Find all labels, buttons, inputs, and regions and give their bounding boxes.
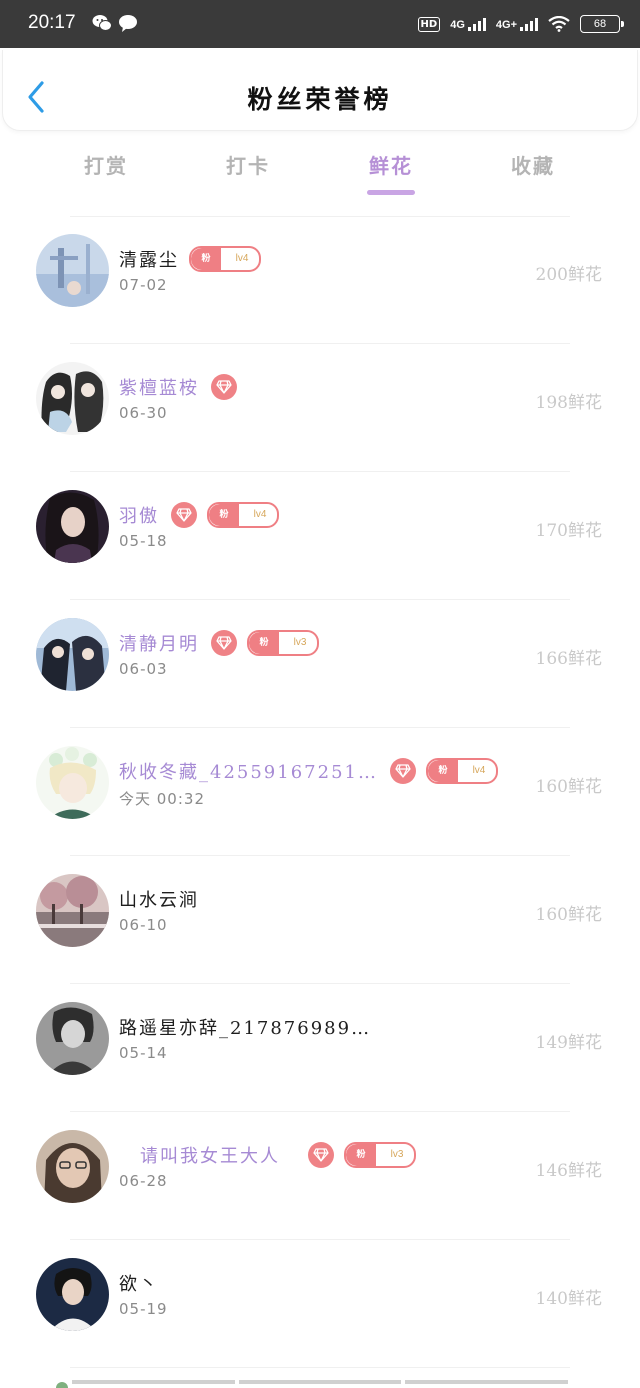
tab-favorites[interactable]: 收藏 <box>493 150 573 179</box>
fan-score: 149鲜花 <box>535 1033 602 1053</box>
chat-bubble-icon <box>119 15 137 32</box>
fan-score: 140鲜花 <box>535 1289 602 1309</box>
wifi-icon <box>548 16 570 32</box>
fan-date: 05-18 <box>119 532 168 550</box>
fan-score: 166鲜花 <box>535 649 602 669</box>
fan-level-badge: 粉 lv4 <box>207 502 279 528</box>
fan-level-badge: 粉 lv4 <box>189 246 261 272</box>
fan-level: lv4 <box>253 509 267 520</box>
fan-score: 160鲜花 <box>535 777 602 797</box>
fan-date: 06-30 <box>119 404 168 422</box>
hd-voice-icon: HD <box>417 16 441 32</box>
avatar[interactable] <box>36 234 109 307</box>
tab-bar: 打赏 打卡 鲜花 收藏 <box>36 150 606 200</box>
fan-badge-label: 粉 <box>427 760 458 782</box>
avatar[interactable] <box>36 1258 109 1331</box>
avatar[interactable] <box>36 618 109 691</box>
list-item[interactable]: 清露尘 粉 lv4 07-02 200鲜花 <box>0 216 640 344</box>
diamond-vip-icon <box>211 374 237 400</box>
fan-list: 清露尘 粉 lv4 07-02 200鲜花 紫檀蓝桉 06-30 198鲜花 羽… <box>0 216 640 1368</box>
avatar[interactable] <box>36 746 109 819</box>
fan-score: 198鲜花 <box>535 393 602 413</box>
list-item[interactable]: 紫檀蓝桉 06-30 198鲜花 <box>0 344 640 472</box>
fan-name: 路遥星亦辞_217876989… <box>119 1018 372 1039</box>
fan-score: 146鲜花 <box>535 1161 602 1181</box>
fan-badge-label: 粉 <box>346 1144 376 1166</box>
fan-name: 羽傲 <box>119 506 159 527</box>
next-avatar-peek <box>56 1382 68 1388</box>
fan-name: 欲丶 <box>119 1274 159 1295</box>
avatar[interactable] <box>36 874 109 947</box>
avatar[interactable] <box>36 490 109 563</box>
signal-4g: 4G <box>450 17 486 31</box>
avatar[interactable] <box>36 362 109 435</box>
list-item[interactable]: 路遥星亦辞_217876989… 05-14 149鲜花 <box>0 984 640 1112</box>
fan-date: 06-03 <box>119 660 168 678</box>
fan-date: 06-10 <box>119 916 168 934</box>
diamond-vip-icon <box>211 630 237 656</box>
fan-name: 秋收冬藏_42559167251… <box>119 762 378 783</box>
scroll-indicator <box>72 1380 569 1384</box>
fan-score: 170鲜花 <box>535 521 602 541</box>
signal-bars-icon <box>467 17 486 31</box>
tab-reward[interactable]: 打赏 <box>66 150 146 179</box>
tab-checkin[interactable]: 打卡 <box>208 150 288 179</box>
fan-level: lv3 <box>390 1149 404 1160</box>
fan-level: lv3 <box>293 637 307 648</box>
fan-date: 07-02 <box>119 276 168 294</box>
fan-level-badge: 粉 lv3 <box>247 630 319 656</box>
avatar[interactable] <box>36 1130 109 1203</box>
list-item[interactable]: 请叫我女王大人 粉 lv3 06-28 146鲜花 <box>0 1112 640 1240</box>
fan-date: 06-28 <box>119 1172 168 1190</box>
fan-date: 今天 00:32 <box>119 790 205 808</box>
fan-name: 请叫我女王大人 <box>140 1146 280 1167</box>
fan-name: 清露尘 <box>119 250 179 271</box>
battery-icon: 68 <box>580 15 624 33</box>
fan-name: 清静月明 <box>119 634 199 655</box>
page-header: 粉丝荣誉榜 <box>2 50 638 131</box>
fan-name: 山水云涧 <box>119 890 199 911</box>
status-bar: 20:17 HD 4G 4G+ 68 <box>0 0 640 48</box>
page-title: 粉丝荣誉榜 <box>247 85 393 114</box>
list-item[interactable]: 山水云涧 06-10 160鲜花 <box>0 856 640 984</box>
list-item[interactable]: 羽傲 粉 lv4 05-18 170鲜花 <box>0 472 640 600</box>
signal-bars-icon <box>520 17 538 31</box>
avatar[interactable] <box>36 1002 109 1075</box>
diamond-vip-icon <box>308 1142 334 1168</box>
wechat-icon <box>92 15 112 31</box>
diamond-vip-icon <box>171 502 197 528</box>
fan-score: 160鲜花 <box>535 905 602 925</box>
diamond-vip-icon <box>389 758 416 784</box>
status-time: 20:17 <box>28 12 76 33</box>
fan-level-badge: 粉 lv3 <box>344 1142 416 1168</box>
fan-level-badge: 粉 lv4 <box>425 758 498 784</box>
signal-4g-plus: 4G+ <box>496 17 538 31</box>
fan-date: 05-14 <box>119 1044 168 1062</box>
active-tab-indicator <box>367 190 415 195</box>
fan-score: 200鲜花 <box>535 265 602 285</box>
status-right: HD 4G 4G+ 68 <box>417 12 624 36</box>
fan-level: lv4 <box>235 253 249 264</box>
list-item[interactable]: 秋收冬藏_42559167251… 粉 lv4 今天 00:32 160鲜花 <box>0 728 640 856</box>
fan-badge-label: 粉 <box>249 632 279 654</box>
fan-badge-label: 粉 <box>191 248 221 270</box>
fan-date: 05-19 <box>119 1300 168 1318</box>
tab-flowers[interactable]: 鲜花 <box>351 150 431 179</box>
fan-badge-label: 粉 <box>209 504 239 526</box>
list-item[interactable]: 欲丶 05-19 140鲜花 <box>0 1240 640 1368</box>
fan-name: 紫檀蓝桉 <box>119 378 199 399</box>
list-item[interactable]: 清静月明 粉 lv3 06-03 166鲜花 <box>0 600 640 728</box>
fan-level: lv4 <box>472 765 486 776</box>
